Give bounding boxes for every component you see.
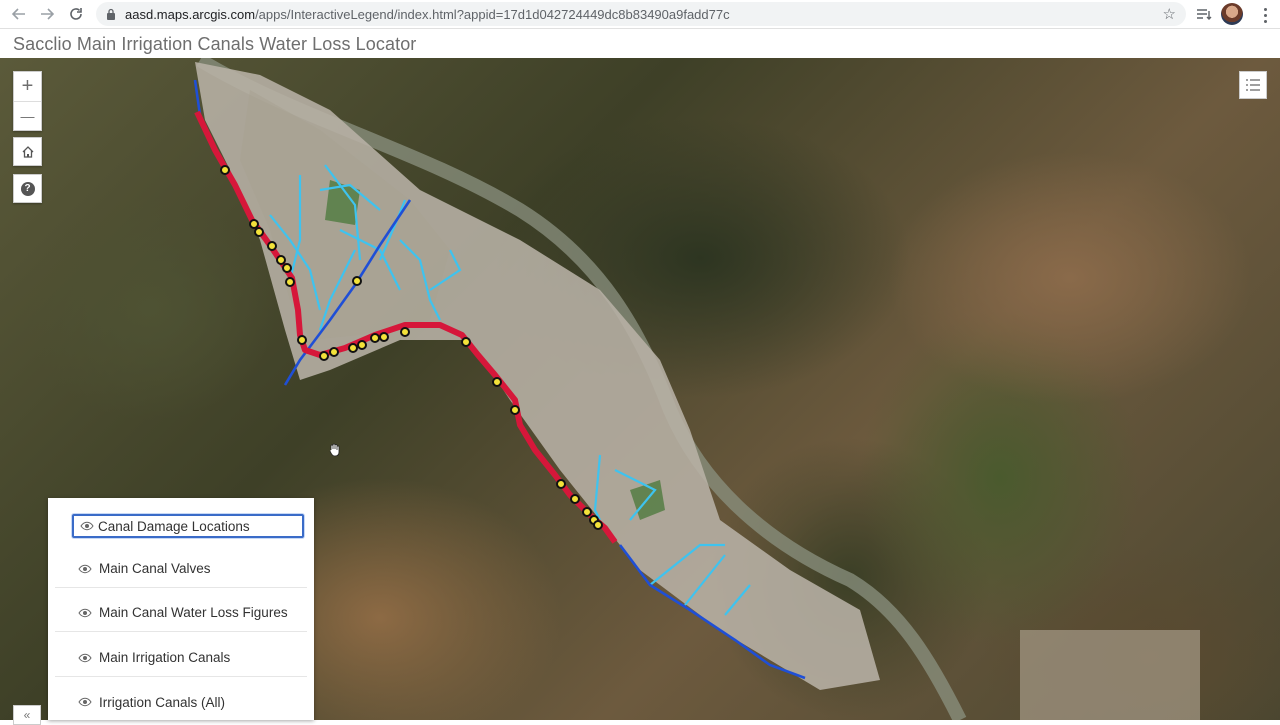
home-button[interactable]	[13, 137, 42, 166]
layer-item-main-irrigation-canals[interactable]: Main Irrigation Canals	[55, 639, 307, 677]
home-icon	[22, 145, 33, 158]
legend-toggle-button[interactable]	[1239, 71, 1267, 99]
app-header: Sacclio Main Irrigation Canals Water Los…	[0, 30, 1280, 58]
layer-label: Canal Damage Locations	[98, 518, 250, 534]
help-button[interactable]: ?	[13, 174, 42, 203]
town	[1020, 630, 1200, 720]
layer-label: Main Canal Valves	[99, 561, 211, 576]
zoom-out-button[interactable]: —	[14, 101, 41, 130]
forward-button[interactable]	[34, 1, 60, 27]
url-host: aasd.maps.arcgis.com	[125, 6, 256, 22]
layer-item-irrigation-canals-all[interactable]: Irrigation Canals (All)	[55, 683, 307, 720]
zoom-in-button[interactable]: +	[14, 72, 41, 101]
lock-icon	[107, 8, 115, 20]
eye-icon[interactable]	[78, 608, 92, 617]
legend-list-icon	[1246, 79, 1260, 91]
layer-list-panel: Canal Damage Locations Main Canal Valves…	[48, 498, 314, 720]
url-path: /apps/InteractiveLegend/index.html?appid…	[255, 6, 730, 22]
eye-icon[interactable]	[78, 564, 92, 573]
arrow-left-icon	[12, 8, 25, 20]
grab-cursor-icon	[329, 443, 340, 457]
layer-item-canal-damage-locations[interactable]: Canal Damage Locations	[72, 514, 304, 538]
zoom-controls: + —	[13, 71, 42, 131]
page-title: Sacclio Main Irrigation Canals Water Los…	[13, 33, 417, 54]
bookmark-star-icon[interactable]: ☆	[1163, 5, 1176, 23]
layer-label: Main Canal Water Loss Figures	[99, 605, 288, 620]
layer-label: Main Irrigation Canals	[99, 650, 231, 665]
profile-avatar[interactable]	[1221, 3, 1243, 25]
browser-toolbar: aasd.maps.arcgis.com/apps/InteractiveLeg…	[0, 0, 1280, 29]
reading-list-icon[interactable]	[1193, 4, 1215, 26]
eye-icon[interactable]	[78, 697, 92, 707]
reload-icon	[70, 8, 82, 20]
collapse-panel-button[interactable]: «	[13, 705, 41, 725]
eye-icon[interactable]	[80, 521, 94, 531]
back-button[interactable]	[6, 1, 32, 27]
browser-menu-icon[interactable]	[1255, 4, 1275, 26]
eye-icon[interactable]	[78, 653, 92, 662]
layer-label: Irrigation Canals (All)	[99, 694, 226, 710]
help-icon: ?	[20, 181, 35, 196]
arrow-right-icon	[41, 8, 54, 20]
reload-button[interactable]	[63, 1, 89, 27]
address-bar[interactable]: aasd.maps.arcgis.com/apps/InteractiveLeg…	[96, 2, 1186, 26]
layer-item-main-canal-water-loss-figures[interactable]: Main Canal Water Loss Figures	[55, 594, 307, 632]
layer-item-main-canal-valves[interactable]: Main Canal Valves	[55, 550, 307, 588]
